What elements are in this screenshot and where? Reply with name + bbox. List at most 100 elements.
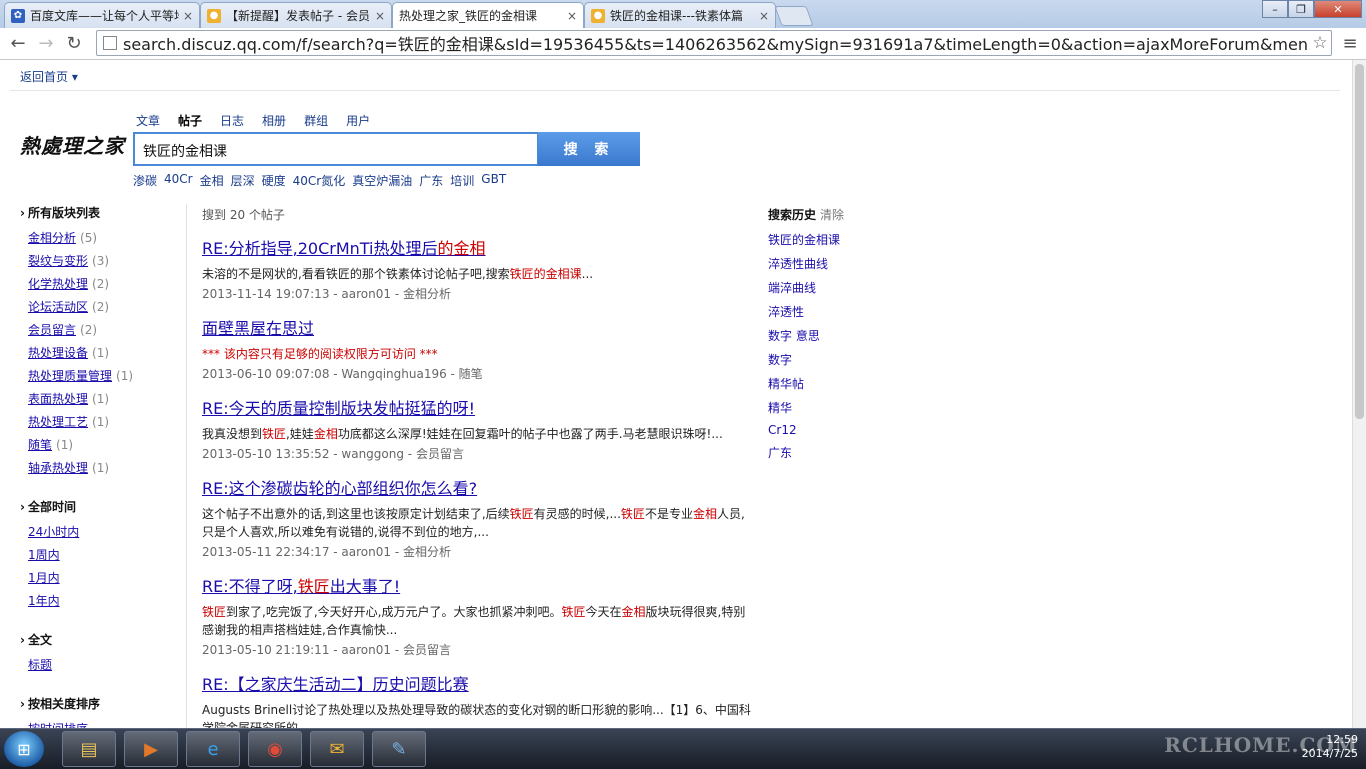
forum-filter-link[interactable]: 化学热处理 (28, 277, 88, 291)
hot-word-link[interactable]: GBT (481, 172, 506, 189)
result-title-link[interactable]: RE:分析指导,20CrMnTi热处理后的金相 (202, 235, 754, 259)
search-tab[interactable]: 日志 (220, 112, 244, 129)
result-title-link[interactable]: 面壁黑屋在思过 (202, 315, 754, 339)
restore-button[interactable]: ❐ (1288, 0, 1314, 18)
history-clear-link[interactable]: 清除 (820, 208, 844, 222)
history-link[interactable]: 精华 (768, 401, 792, 415)
minimize-button[interactable]: – (1262, 0, 1288, 18)
search-tab[interactable]: 群组 (304, 112, 328, 129)
history-link[interactable]: 精华帖 (768, 377, 804, 391)
forum-filter-item: 化学热处理 (2) (28, 275, 180, 292)
search-button[interactable]: 搜 索 (538, 132, 640, 166)
search-history: 搜索历史 清除 铁匠的金相课 淬透性曲线 端淬曲线 淬透性 数字 意思 数字 精华帖 精华 Cr1… (768, 206, 928, 468)
forum-filter-link[interactable]: 表面热处理 (28, 392, 88, 406)
history-link[interactable]: 铁匠的金相课 (768, 233, 840, 247)
hot-word-link[interactable]: 真空炉漏油 (352, 172, 412, 189)
forward-button[interactable]: → (34, 31, 58, 55)
scope-filter-link[interactable]: 标题 (28, 658, 52, 672)
history-link[interactable]: 淬透性 (768, 305, 804, 319)
vertical-scrollbar[interactable] (1352, 60, 1366, 728)
scrollbar-thumb[interactable] (1355, 64, 1364, 419)
forum-filter-link[interactable]: 金相分析 (28, 231, 76, 245)
back-button[interactable]: ← (6, 31, 30, 55)
hot-word-link[interactable]: 40Cr (164, 172, 193, 189)
hot-word-link[interactable]: 层深 (231, 172, 255, 189)
back-home-link[interactable]: 返回首页 ▾ (20, 68, 78, 85)
history-link[interactable]: Cr12 (768, 423, 797, 437)
forum-filter-link[interactable]: 论坛活动区 (28, 300, 88, 314)
result-meta: 2013-05-10 13:35:52 - wanggong - 会员留言 (202, 447, 464, 461)
search-tab[interactable]: 相册 (262, 112, 286, 129)
browser-tab[interactable]: ● 【新提醒】发表帖子 - 会员留言 × (200, 2, 392, 28)
forum-filter-link[interactable]: 轴承热处理 (28, 461, 88, 475)
close-window-button[interactable]: ✕ (1314, 0, 1362, 18)
reload-button[interactable]: ↻ (62, 31, 86, 55)
tab-close-icon[interactable]: × (567, 9, 577, 23)
tab-title: 热处理之家_铁匠的金相课 (399, 9, 538, 23)
search-tab[interactable]: 文章 (136, 112, 160, 129)
history-link[interactable]: 数字 意思 (768, 329, 820, 343)
forum-filter-link[interactable]: 会员留言 (28, 323, 76, 337)
hot-word-link[interactable]: 金相 (200, 172, 224, 189)
result-snippet: 我真没想到铁匠,娃娃金相功底都这么深厚!娃娃在回复霜叶的帖子中也露了两手.马老慧… (202, 425, 754, 443)
result-title-link[interactable]: RE:今天的质量控制版块发帖挺猛的呀! (202, 395, 754, 419)
hot-word-link[interactable]: 培训 (450, 172, 474, 189)
hot-word-link[interactable]: 40Cr氮化 (293, 172, 346, 189)
scope-filter-title[interactable]: 全文 (20, 631, 180, 648)
window-controls: – ❐ ✕ (1262, 0, 1362, 18)
history-link[interactable]: 端淬曲线 (768, 281, 816, 295)
media-player-icon[interactable]: ▶ (124, 731, 178, 767)
result-title-link[interactable]: RE:【之家庆生活动二】历史问题比赛 (202, 671, 754, 695)
outlook-icon[interactable]: ✉ (310, 731, 364, 767)
search-results: 搜到 20 个帖子 RE:分析指导,20CrMnTi热处理后的金相 未溶的不是网状… (202, 206, 754, 728)
chrome-icon[interactable]: ◉ (248, 731, 302, 767)
highlight-term: 铁匠 (561, 605, 586, 619)
hot-word-link[interactable]: 渗碳 (133, 172, 157, 189)
forum-filter-link[interactable]: 热处理质量管理 (28, 369, 112, 383)
hot-word-link[interactable]: 硬度 (262, 172, 286, 189)
tab-close-icon[interactable]: × (759, 9, 769, 23)
time-filter-title[interactable]: 全部时间 (20, 498, 180, 515)
tab-close-icon[interactable]: × (375, 9, 385, 23)
time-filter-link[interactable]: 24小时内 (28, 525, 79, 539)
result-title-link[interactable]: RE:不得了呀,铁匠出大事了! (202, 573, 754, 597)
forum-list-title[interactable]: 所有版块列表 (20, 204, 180, 221)
paw-icon: ✿ (11, 8, 25, 23)
new-tab-button[interactable] (774, 6, 814, 26)
system-clock[interactable]: 12:59 2014/7/25 (1302, 733, 1358, 761)
search-input[interactable]: 铁匠的金相课 (133, 132, 539, 166)
hot-word-link[interactable]: 广东 (419, 172, 443, 189)
search-tab[interactable]: 帖子 (178, 112, 202, 129)
sort-filter-title[interactable]: 按相关度排序 (20, 695, 180, 712)
time-filter-link[interactable]: 1月内 (28, 571, 60, 585)
forum-filter-link[interactable]: 热处理设备 (28, 346, 88, 360)
browser-tab[interactable]: 热处理之家_铁匠的金相课 × (392, 2, 584, 28)
site-logo[interactable]: 熱處理之家 (20, 130, 125, 159)
forum-filter-link[interactable]: 热处理工艺 (28, 415, 88, 429)
ie-icon[interactable]: e (186, 731, 240, 767)
tab-close-icon[interactable]: × (183, 9, 193, 23)
start-button[interactable]: ⊞ (4, 731, 44, 767)
result-title-link[interactable]: RE:这个渗碳齿轮的心部组织你怎么看? (202, 475, 754, 499)
history-item: 数字 (768, 351, 928, 368)
folder-icon[interactable]: ▤ (62, 731, 116, 767)
address-bar[interactable]: search.discuz.qq.com/f/search?q=铁匠的金相课&s… (96, 30, 1332, 56)
bookmark-star-icon[interactable]: ☆ (1309, 33, 1331, 53)
search-tab[interactable]: 用户 (346, 112, 370, 129)
title-text: RE:不得了呀, (202, 577, 298, 596)
highlight-term: 的金相 (437, 239, 486, 258)
time-filter-link[interactable]: 1年内 (28, 594, 60, 608)
paint-icon[interactable]: ✎ (372, 731, 426, 767)
forum-filter-link[interactable]: 裂纹与变形 (28, 254, 88, 268)
url-text[interactable]: search.discuz.qq.com/f/search?q=铁匠的金相课&s… (123, 31, 1309, 55)
history-link[interactable]: 广东 (768, 446, 792, 460)
highlight-term: 金相 (692, 507, 717, 521)
history-link[interactable]: 数字 (768, 353, 792, 367)
time-filter-link[interactable]: 1周内 (28, 548, 60, 562)
browser-tab[interactable]: ✿ 百度文库——让每个人平等地提升自我 × (4, 2, 200, 28)
forum-filter-link[interactable]: 随笔 (28, 438, 52, 452)
snippet-text: 不是专业 (644, 507, 693, 521)
menu-icon[interactable]: ≡ (1338, 31, 1362, 55)
history-link[interactable]: 淬透性曲线 (768, 257, 828, 271)
browser-tab[interactable]: ● 铁匠的金相课---铁素体篇 × (584, 2, 776, 28)
